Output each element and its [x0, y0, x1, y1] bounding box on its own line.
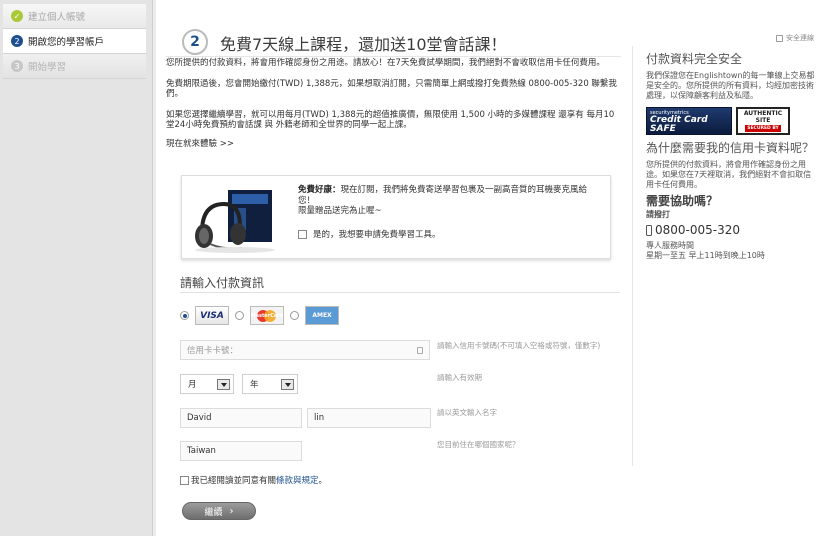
intro-paragraph: 免費期限過後，您會開始繳付(TWD) 1,388元，如果想取消訂閱，只需簡單上網… [166, 78, 617, 100]
chevron-right-icon: › [229, 505, 234, 517]
step-open-account[interactable]: 2 開啟您的學習帳戶 [3, 29, 146, 54]
phone-icon [646, 224, 652, 236]
expiry-year-select[interactable]: 年 [242, 374, 298, 394]
security-seals: securitymetrics Credit Card SAFE AUTHENT… [646, 107, 818, 135]
name-hint: 請以英文輸入名字 [437, 408, 497, 417]
lock-icon [776, 34, 783, 42]
step-label: 建立個人帳號 [28, 12, 86, 23]
phone-number: 0800-005-320 [655, 223, 741, 237]
visa-logo[interactable]: VISA [195, 306, 229, 325]
card-type-selector: VISA MasterCard AMEX [180, 306, 345, 325]
country-hint: 您目前住在哪個國家呢？ [437, 440, 520, 449]
step-number-badge: 3 [11, 60, 23, 72]
payment-section-title: 請輸入付款資訊 [180, 276, 265, 290]
why-card-text: 您所提供的付款資料，將會用作確認身份之用途。如果您在7天裡取消，我們絕對不會扣取… [646, 160, 812, 189]
step-create-account[interactable]: ✓ 建立個人帳號 [3, 4, 146, 29]
help-title: 需要協助嗎？ [646, 194, 719, 208]
main-panel: 安全連線 2 免費7天線上課程，還加送10堂會話課！ 您所提供的付款資料，將會用… [156, 0, 824, 536]
step-number-badge: 2 [11, 35, 23, 47]
call-label: 請撥打 [646, 210, 670, 219]
authentic-site-seal[interactable]: AUTHENTIC SITE SECURED BY [736, 107, 790, 135]
free-kit-checkbox[interactable] [298, 229, 307, 239]
card-number-field[interactable]: 信用卡卡號： [180, 340, 430, 360]
continue-button[interactable]: 繼續 › [182, 502, 256, 520]
why-card-title: 為什麼需要我的信用卡資料呢？ [646, 141, 815, 155]
first-name-field[interactable]: David [180, 408, 302, 428]
promo-text: 免費好康：現在訂閱，我們將免費寄送學習包裹及一副高音質的耳機麥克風給您！ 限量贈… [298, 185, 603, 217]
left-rail: ✓ 建立個人帳號 2 開啟您的學習帳戶 3 開始學習 [0, 0, 153, 536]
step-start-learning[interactable]: 3 開始學習 [3, 54, 146, 79]
secure-payment-text: 我們保證您在Englishtown的每一筆線上交易都是安全的。您所提供的所有資料… [646, 71, 815, 100]
year-label: 年 [250, 380, 259, 390]
card-number-placeholder: 信用卡卡號： [187, 346, 239, 356]
free-kit-checkbox-row[interactable]: 是的，我想要申請免費學習工具。 [298, 228, 441, 240]
intro-text: 您所提供的付款資料，將會用作確認身份之用途。請放心！在7天免費試學期間，我們絕對… [166, 58, 618, 159]
card-number-hint: 請輸入信用卡號碼(不可填入空格或符號，僅數字) [437, 341, 601, 350]
check-icon: ✓ [11, 10, 23, 22]
free-kit-checkbox-label: 是的，我想要申請免費學習工具。 [313, 230, 441, 240]
terms-link[interactable]: 條款與規定 [276, 474, 319, 486]
lock-icon [417, 347, 423, 354]
amex-radio[interactable] [290, 311, 299, 320]
mastercard-radio[interactable] [235, 311, 244, 320]
chevron-down-icon [217, 379, 230, 390]
expiry-hint: 請輸入有效期 [437, 373, 482, 382]
secure-connection-link[interactable]: 安全連線 [776, 33, 814, 43]
terms-prefix: 我已經閱讀並同意有關 [191, 476, 277, 486]
free-gift-promo: 免費好康：現在訂閱，我們將免費寄送學習包裹及一副高音質的耳機麥克風給您！ 限量贈… [181, 175, 611, 259]
promo-note: 限量贈品送完為止喔~ [298, 206, 382, 216]
promo-description: 現在訂閱，我們將免費寄送學習包裹及一副高音質的耳機麥克風給您！ [298, 185, 588, 206]
service-hours-label: 專人服務時間 [646, 241, 694, 250]
amex-logo[interactable]: AMEX [305, 306, 339, 325]
page-title: 免費7天線上課程，還加送10堂會話課！ [220, 35, 507, 54]
try-now-link[interactable]: 現在就來體驗 >> [166, 139, 618, 150]
step-number-circle: 2 [182, 29, 208, 55]
step-label: 開始學習 [28, 62, 67, 73]
secure-payment-title: 付款資料完全安全 [646, 52, 743, 66]
promo-title: 免費好康： [298, 185, 341, 195]
info-sidebar: 付款資料完全安全 我們保證您在Englishtown的每一筆線上交易都是安全的。… [646, 52, 818, 261]
learning-kit-headset-image [195, 190, 275, 253]
terms-suffix: 。 [318, 476, 328, 486]
credit-card-safe-seal[interactable]: securitymetrics Credit Card SAFE [646, 107, 732, 135]
divider [632, 46, 633, 466]
country-field[interactable]: Taiwan [180, 441, 302, 461]
secure-link-label: 安全連線 [786, 34, 814, 42]
visa-radio[interactable] [180, 311, 189, 320]
continue-label: 繼續 [204, 507, 223, 518]
mastercard-logo[interactable]: MasterCard [250, 306, 284, 325]
month-label: 月 [188, 380, 197, 390]
expiry-month-select[interactable]: 月 [180, 374, 234, 394]
service-hours: 星期一至五 早上11時到晚上10時 [646, 251, 765, 260]
intro-paragraph: 如果您選擇繼續學習，就可以用每月(TWD) 1,388元的超值推廣價，無限使用 … [166, 109, 615, 131]
chevron-down-icon [281, 379, 294, 390]
step-label: 開啟您的學習帳戶 [28, 37, 105, 48]
divider [166, 56, 621, 57]
terms-agreement-row[interactable]: 我已經閱讀並同意有關 條款與規定 。 [180, 474, 327, 486]
help-phone: 0800-005-320 [646, 223, 818, 237]
intro-paragraph: 您所提供的付款資料，將會用作確認身份之用途。請放心！在7天免費試學期間，我們絕對… [166, 58, 605, 68]
step-list: ✓ 建立個人帳號 2 開啟您的學習帳戶 3 開始學習 [3, 4, 146, 79]
divider [180, 292, 620, 293]
terms-checkbox[interactable] [180, 475, 189, 485]
last-name-field[interactable]: lin [307, 408, 431, 428]
